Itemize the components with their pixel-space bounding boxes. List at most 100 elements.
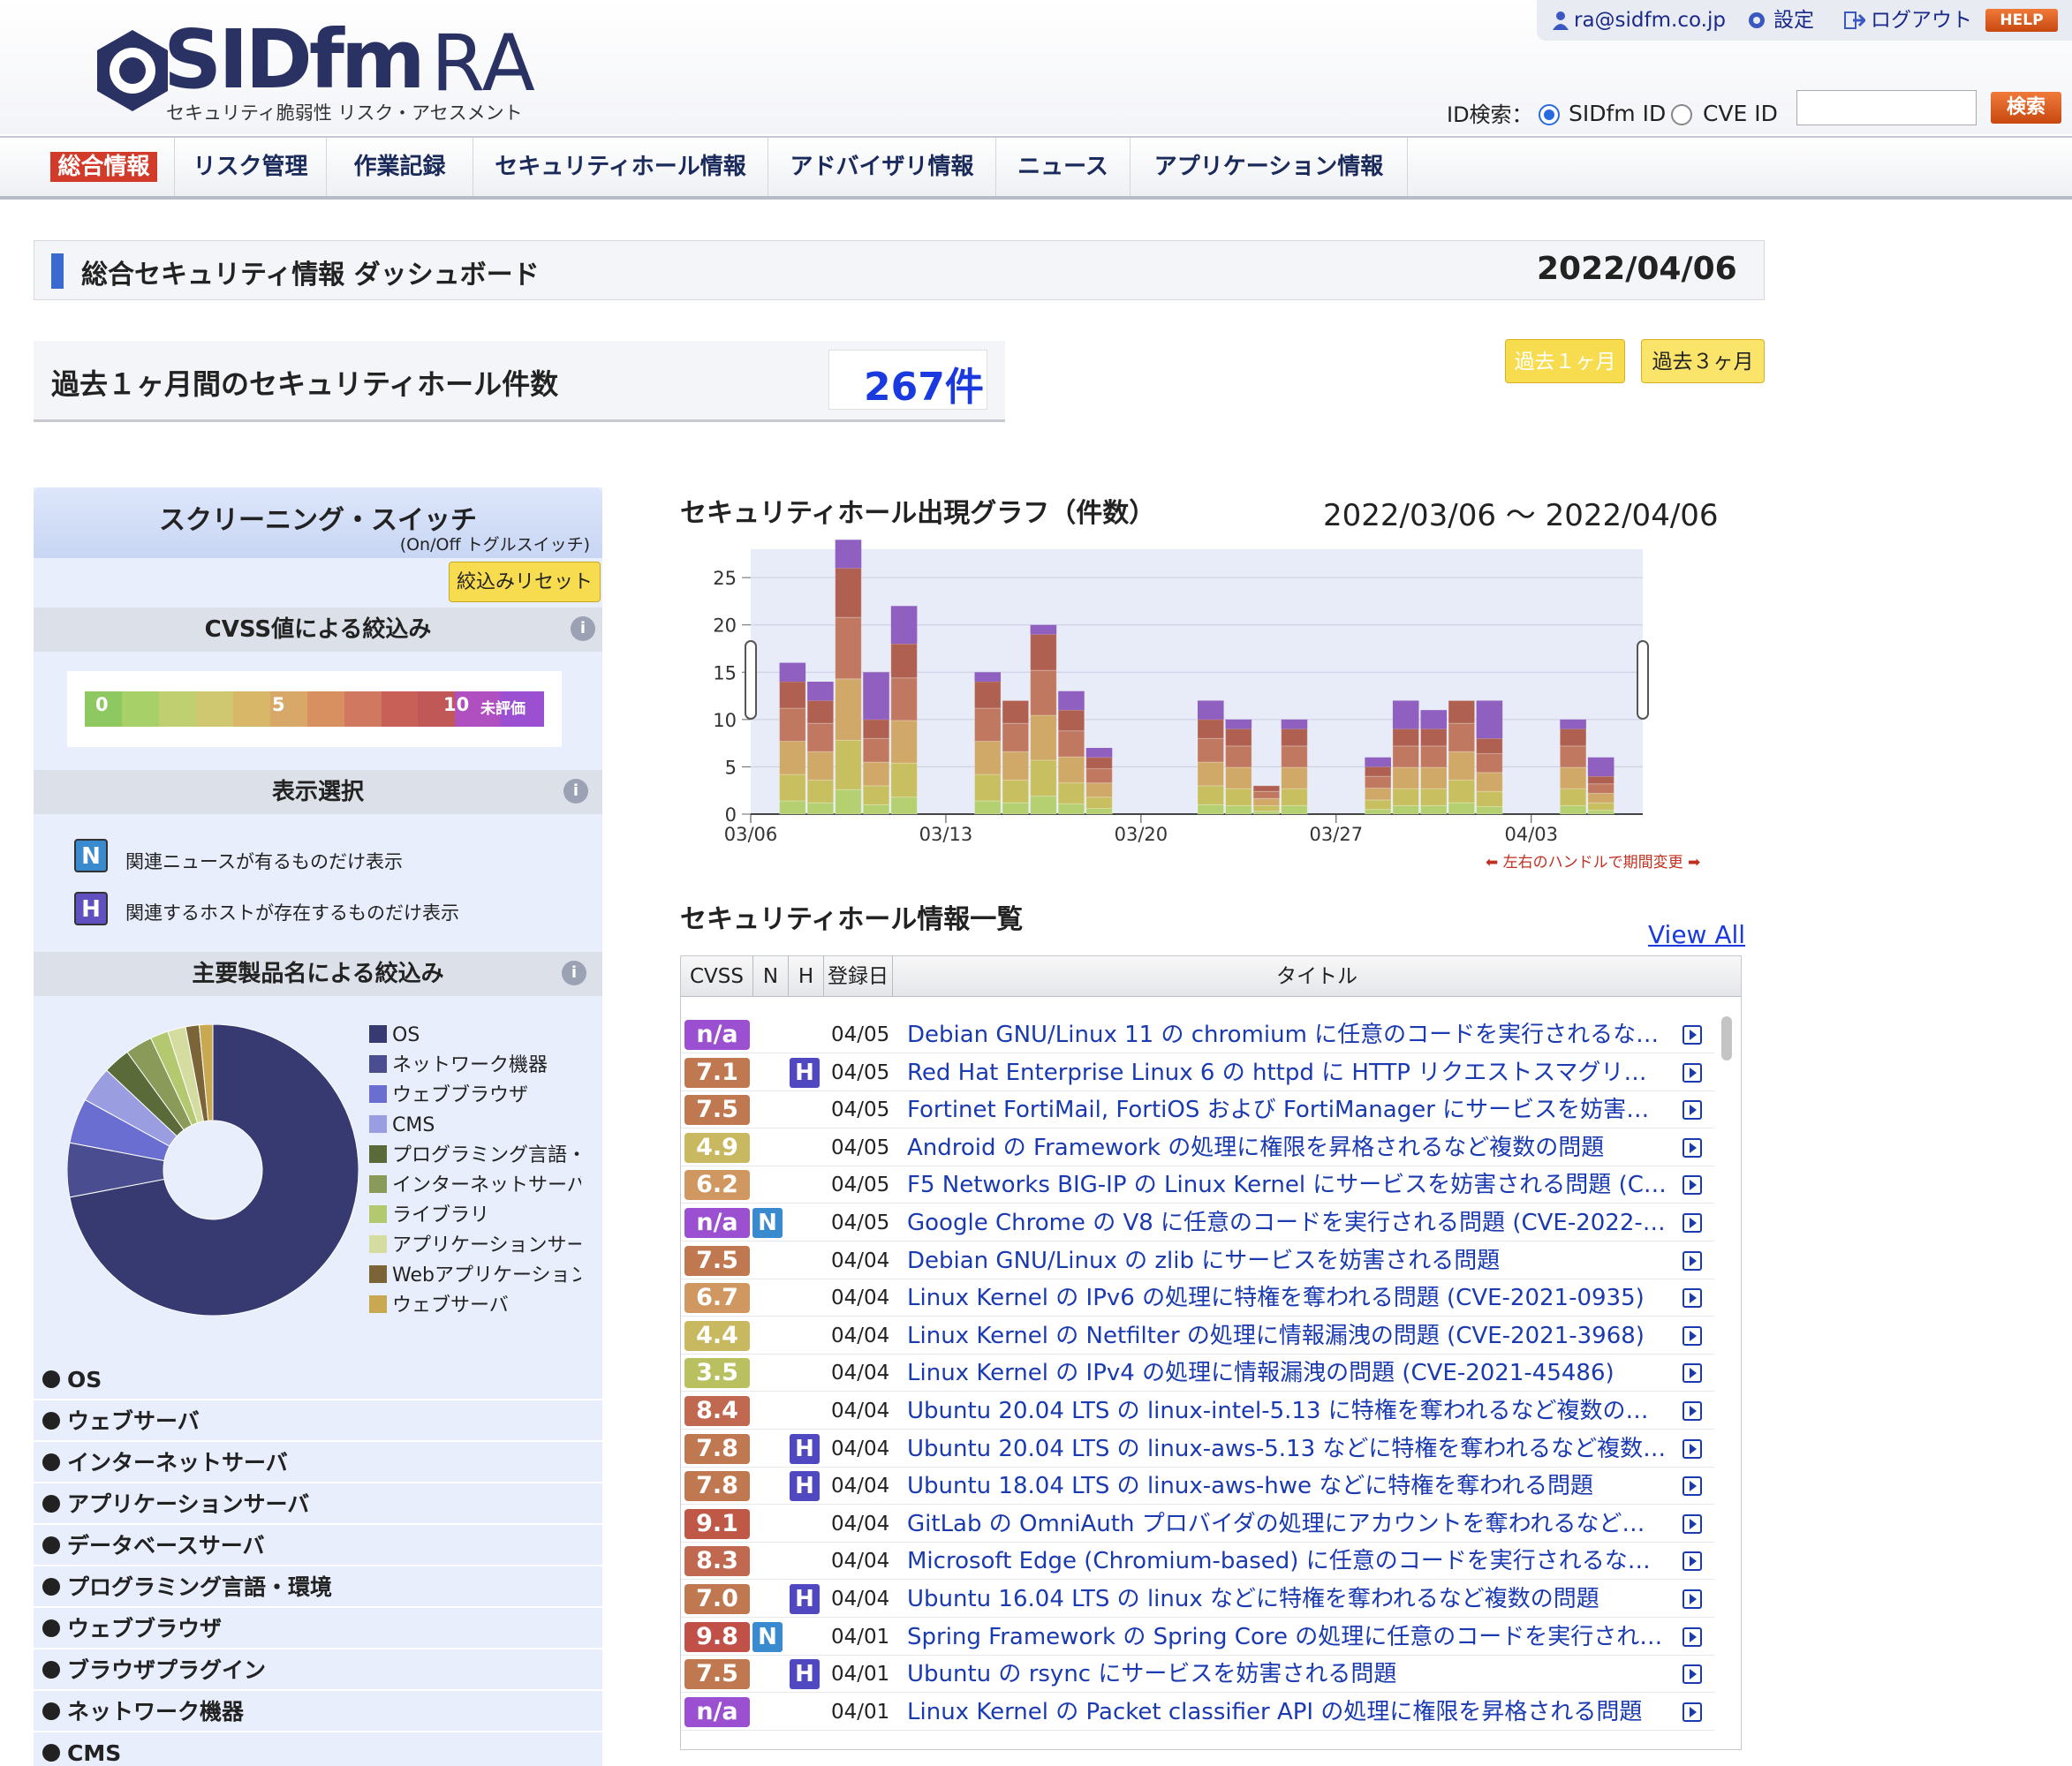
row-title-link[interactable]: GitLab の OmniAuth プロバイダの処理にアカウントを奪われるなど複…	[907, 1506, 1667, 1543]
chart-bar[interactable]	[779, 662, 806, 815]
open-detail-icon[interactable]	[1683, 1513, 1702, 1534]
chart-bar[interactable]	[1252, 785, 1281, 815]
row-title-link[interactable]: Ubuntu 20.04 LTS の linux-aws-5.13 などに特権を…	[907, 1430, 1667, 1468]
tab-general[interactable]: 総合情報	[34, 138, 175, 196]
product-pie-chart[interactable]	[67, 1024, 359, 1316]
id-search-input[interactable]	[1796, 90, 1977, 125]
open-detail-icon[interactable]	[1683, 1438, 1702, 1459]
search-button[interactable]: 検索	[1991, 92, 2061, 124]
host-badge[interactable]: H	[789, 1470, 820, 1503]
open-detail-icon[interactable]	[1683, 1363, 1702, 1384]
chart-bar[interactable]	[1420, 710, 1448, 815]
cvss-segment[interactable]	[306, 691, 344, 727]
host-badge[interactable]: H	[789, 1056, 820, 1089]
table-row[interactable]: 4.9 04/05 Android の Framework の処理に権限を昇格される…	[681, 1129, 1714, 1166]
legend-item[interactable]: ライブラリ	[369, 1201, 581, 1231]
chart-bar[interactable]	[1448, 699, 1476, 815]
logo-text[interactable]: SIDfm	[163, 16, 426, 104]
legend-item[interactable]: ウェブブラウザ	[369, 1081, 581, 1111]
row-title-link[interactable]: Linux Kernel の IPv6 の処理に特権を奪われる問題 (CVE-2…	[907, 1279, 1667, 1317]
table-row[interactable]: 7.5 04/04 Debian GNU/Linux の zlib にサービスを妨害…	[681, 1242, 1714, 1279]
row-title-link[interactable]: Google Chrome の V8 に任意のコードを実行される問題 (CVE-…	[907, 1204, 1667, 1241]
chart-bar[interactable]	[1281, 719, 1308, 815]
cvss-segment[interactable]	[344, 691, 382, 727]
legend-item[interactable]: プログラミング言語・環境	[369, 1141, 581, 1171]
host-filter-badge[interactable]: H	[74, 892, 108, 925]
range-handle[interactable]	[745, 640, 757, 720]
chart-bar[interactable]	[1057, 691, 1085, 815]
cvss-segment[interactable]	[121, 691, 159, 727]
range-handle[interactable]	[1637, 640, 1649, 720]
settings-link[interactable]: 設定	[1773, 7, 1814, 34]
open-detail-icon[interactable]	[1683, 1100, 1702, 1121]
period-1month-button[interactable]: 過去１ヶ月	[1505, 339, 1625, 383]
row-title-link[interactable]: Fortinet FortiMail, FortiOS および FortiMan…	[907, 1091, 1667, 1128]
vulnerability-bar-chart[interactable]: 0 5 10 15 20 25 03/06 03/13 03/20 03/27 04/03	[671, 530, 1731, 848]
row-title-link[interactable]: Android の Framework の処理に権限を昇格されるなど複数の問題	[907, 1129, 1667, 1166]
tab-vulnerabilities[interactable]: セキュリティホール情報	[473, 138, 768, 196]
host-badge[interactable]: H	[789, 1658, 820, 1691]
radio-cve-id[interactable]	[1671, 104, 1692, 125]
table-scrollbar[interactable]	[1721, 1016, 1732, 1060]
row-title-link[interactable]: Linux Kernel の IPv4 の処理に情報漏洩の問題 (CVE-202…	[907, 1355, 1667, 1392]
host-badge[interactable]: H	[789, 1583, 820, 1615]
open-detail-icon[interactable]	[1683, 1250, 1702, 1271]
row-title-link[interactable]: Linux Kernel の Packet classifier API の処理…	[907, 1694, 1667, 1731]
chart-bar[interactable]	[1559, 719, 1587, 815]
tab-applications[interactable]: アプリケーション情報	[1131, 138, 1408, 196]
category-item[interactable]: ブラウザプラグイン	[34, 1650, 602, 1691]
legend-item[interactable]: OS	[369, 1021, 581, 1051]
table-row[interactable]: 7.0 H 04/04 Ubuntu 16.04 LTS の linux などに特権を…	[681, 1581, 1714, 1618]
legend-item[interactable]: CMS	[369, 1111, 581, 1141]
open-detail-icon[interactable]	[1683, 1025, 1702, 1045]
logout-link[interactable]: ログアウト	[1871, 7, 1972, 34]
chart-bar[interactable]	[1085, 748, 1113, 815]
open-detail-icon[interactable]	[1683, 1589, 1702, 1609]
table-row[interactable]: 7.1 H 04/05 Red Hat Enterprise Linux 6 の ht…	[681, 1054, 1714, 1091]
chart-bar[interactable]	[1364, 757, 1392, 815]
open-detail-icon[interactable]	[1683, 1137, 1702, 1158]
legend-item[interactable]: インターネットサーバ	[369, 1171, 581, 1201]
table-row[interactable]: 8.4 04/04 Ubuntu 20.04 LTS の linux-intel-5…	[681, 1392, 1714, 1430]
chart-bar[interactable]	[1197, 700, 1225, 815]
legend-item[interactable]: ネットワーク機器	[369, 1051, 581, 1081]
chart-bar[interactable]	[1030, 624, 1057, 815]
chart-bar[interactable]	[835, 540, 862, 815]
open-detail-icon[interactable]	[1683, 1401, 1702, 1421]
table-row[interactable]: 9.1 04/04 GitLab の OmniAuth プロバイダの処理にアカウント…	[681, 1506, 1714, 1543]
table-row[interactable]: n/a 04/01 Linux Kernel の Packet classifier…	[681, 1694, 1714, 1731]
chart-bar[interactable]	[1587, 757, 1614, 815]
col-date[interactable]: 登録日	[824, 956, 893, 997]
category-item[interactable]: プログラミング言語・環境	[34, 1567, 602, 1608]
row-title-link[interactable]: Ubuntu の rsync にサービスを妨害される問題	[907, 1656, 1667, 1693]
row-title-link[interactable]: Microsoft Edge (Chromium-based) に任意のコードを…	[907, 1543, 1667, 1580]
table-row[interactable]: 7.8 H 04/04 Ubuntu 18.04 LTS の linux-aws-hw…	[681, 1468, 1714, 1506]
table-row[interactable]: 4.4 04/04 Linux Kernel の Netfilter の処理に情報漏…	[681, 1317, 1714, 1355]
open-detail-icon[interactable]	[1683, 1626, 1702, 1647]
table-row[interactable]: 7.8 H 04/04 Ubuntu 20.04 LTS の linux-aws-5.…	[681, 1430, 1714, 1468]
category-item[interactable]: データベースサーバ	[34, 1526, 602, 1566]
view-all-link[interactable]: View All	[1648, 920, 1745, 949]
info-icon[interactable]: i	[563, 779, 588, 804]
cvss-segment[interactable]	[195, 691, 233, 727]
category-item[interactable]: アプリケーションサーバ	[34, 1484, 602, 1525]
cvss-segment[interactable]	[381, 691, 419, 727]
info-icon[interactable]: i	[571, 616, 595, 641]
cvss-slider[interactable]	[85, 691, 545, 727]
tab-news[interactable]: ニュース	[996, 138, 1131, 196]
chart-bar[interactable]	[1476, 700, 1503, 815]
table-row[interactable]: n/a N 04/05 Google Chrome の V8 に任意のコードを実行され…	[681, 1204, 1714, 1241]
cvss-segment[interactable]	[158, 691, 196, 727]
news-filter-badge[interactable]: N	[74, 839, 108, 872]
table-row[interactable]: 7.5 H 04/01 Ubuntu の rsync にサービスを妨害される問題	[681, 1656, 1714, 1694]
category-item[interactable]: ネットワーク機器	[34, 1692, 602, 1732]
chart-bar[interactable]	[862, 672, 890, 815]
table-row[interactable]: 6.7 04/04 Linux Kernel の IPv6 の処理に特権を奪われる問…	[681, 1279, 1714, 1317]
table-row[interactable]: 9.8 N 04/01 Spring Framework の Spring Core …	[681, 1619, 1714, 1656]
table-row[interactable]: 6.2 04/05 F5 Networks BIG-IP の Linux Kerne…	[681, 1166, 1714, 1204]
tab-risk[interactable]: リスク管理	[175, 138, 327, 196]
legend-item[interactable]: ウェブサーバ	[369, 1291, 581, 1321]
period-3month-button[interactable]: 過去３ヶ月	[1641, 339, 1765, 383]
open-detail-icon[interactable]	[1683, 1175, 1702, 1196]
row-title-link[interactable]: Ubuntu 16.04 LTS の linux などに特権を奪われるなど複数の…	[907, 1581, 1667, 1618]
